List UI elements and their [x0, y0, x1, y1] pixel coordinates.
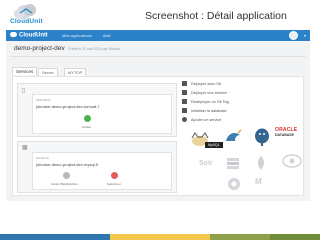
divider	[10, 56, 306, 57]
module-icon: ▦	[22, 145, 28, 151]
archive-icon	[182, 90, 187, 95]
tab-services[interactable]: Services	[12, 67, 38, 75]
footer-band-yellow	[110, 234, 210, 240]
phpmyadmin-label: Accès PhpMyAdmin	[51, 182, 78, 186]
module-section: ▦ MODULE johndoe-demo-project-dev-mysql-…	[17, 141, 177, 193]
deploy-archive-action[interactable]: Déployer une archive	[182, 90, 227, 98]
server-icon: ▯	[22, 88, 26, 94]
database-icon	[182, 108, 187, 113]
git-icon	[182, 81, 187, 86]
elasticsearch-icon[interactable]	[227, 177, 241, 191]
redeploy-tag-action[interactable]: Redéployer un Git Tag	[182, 99, 229, 107]
tag-icon	[182, 99, 187, 104]
app-nav: Mes applications Aide	[62, 33, 121, 38]
application-title: demo-project-dev	[14, 45, 65, 52]
action-label: Redéployer un Git Tag	[191, 100, 229, 104]
oracle-database-icon[interactable]: ORACLE DATABASE	[275, 127, 307, 137]
nav-my-applications[interactable]: Mes applications	[62, 33, 92, 38]
cloud-icon	[10, 32, 17, 37]
init-database-action[interactable]: Initialiser la database	[182, 108, 227, 116]
nav-help[interactable]: Aide	[103, 33, 111, 38]
delete-module-label: Supprimer	[107, 182, 121, 186]
module-label: MODULE	[36, 156, 49, 160]
slide-title: Screenshot : Détail application	[145, 10, 287, 22]
brand-name: CloudUnit	[10, 18, 43, 25]
m-icon[interactable]: M	[255, 177, 262, 186]
main-content: demo-project-dev Créée le 12 mai 2015 pa…	[6, 41, 310, 201]
redis-icon[interactable]	[225, 155, 241, 171]
add-service-action[interactable]: Ajouter un service	[182, 117, 221, 125]
application-subtitle: Créée le 12 mai 2015 par Nicolas	[68, 47, 120, 51]
app-logo-label: CloudUnit	[19, 32, 48, 39]
deploy-git-action[interactable]: Déployer avec Git	[182, 81, 221, 89]
cassandra-icon[interactable]	[281, 153, 303, 169]
module-card: MODULE johndoe-demo-project-dev-mysql-5 …	[32, 152, 172, 190]
oracle-sub-label: DATABASE	[275, 133, 294, 137]
app-logo[interactable]: CloudUnit	[10, 32, 48, 39]
app-topbar: CloudUnit Mes applications Aide ▾	[6, 30, 310, 41]
server-section: ▯ SERVEUR johndoe-demo-project-dev-tomca…	[17, 83, 177, 137]
mysql-icon[interactable]	[223, 127, 243, 147]
mongodb-icon[interactable]	[253, 155, 269, 171]
stop-server-button[interactable]	[84, 115, 91, 122]
footer-band-green	[270, 234, 320, 240]
action-label: Ajouter un service	[191, 118, 222, 122]
services-panel: ▯ SERVEUR johndoe-demo-project-dev-tomca…	[12, 76, 304, 196]
server-card: SERVEUR johndoe-demo-project-dev-tomcat-…	[32, 94, 172, 134]
user-avatar-icon[interactable]	[289, 31, 298, 40]
footer-band-olive	[210, 234, 270, 240]
phpmyadmin-button[interactable]	[63, 172, 70, 179]
solr-label: Solr	[199, 160, 213, 167]
action-label: Déployer avec Git	[191, 82, 222, 86]
delete-module-button[interactable]	[111, 172, 118, 179]
solr-icon[interactable]: Solr	[199, 160, 213, 167]
server-name: johndoe-demo-project-dev-tomcat-7	[36, 104, 100, 109]
slide-header: CloudUnit Screenshot : Détail applicatio…	[0, 0, 320, 30]
add-icon	[182, 117, 187, 122]
mysql-tooltip: MySQL	[205, 142, 223, 148]
module-name: johndoe-demo-project-dev-mysql-5	[36, 162, 99, 167]
server-label: SERVEUR	[36, 98, 51, 102]
chevron-down-icon[interactable]: ▾	[304, 33, 306, 38]
slide-frame: CloudUnit Screenshot : Détail applicatio…	[0, 0, 320, 240]
action-label: Initialiser la database	[191, 109, 227, 113]
action-label: Déployer une archive	[191, 91, 227, 95]
stop-server-label: Arrêter	[82, 125, 92, 129]
postgresql-icon[interactable]	[253, 127, 271, 147]
footer-band-blue	[0, 234, 110, 240]
